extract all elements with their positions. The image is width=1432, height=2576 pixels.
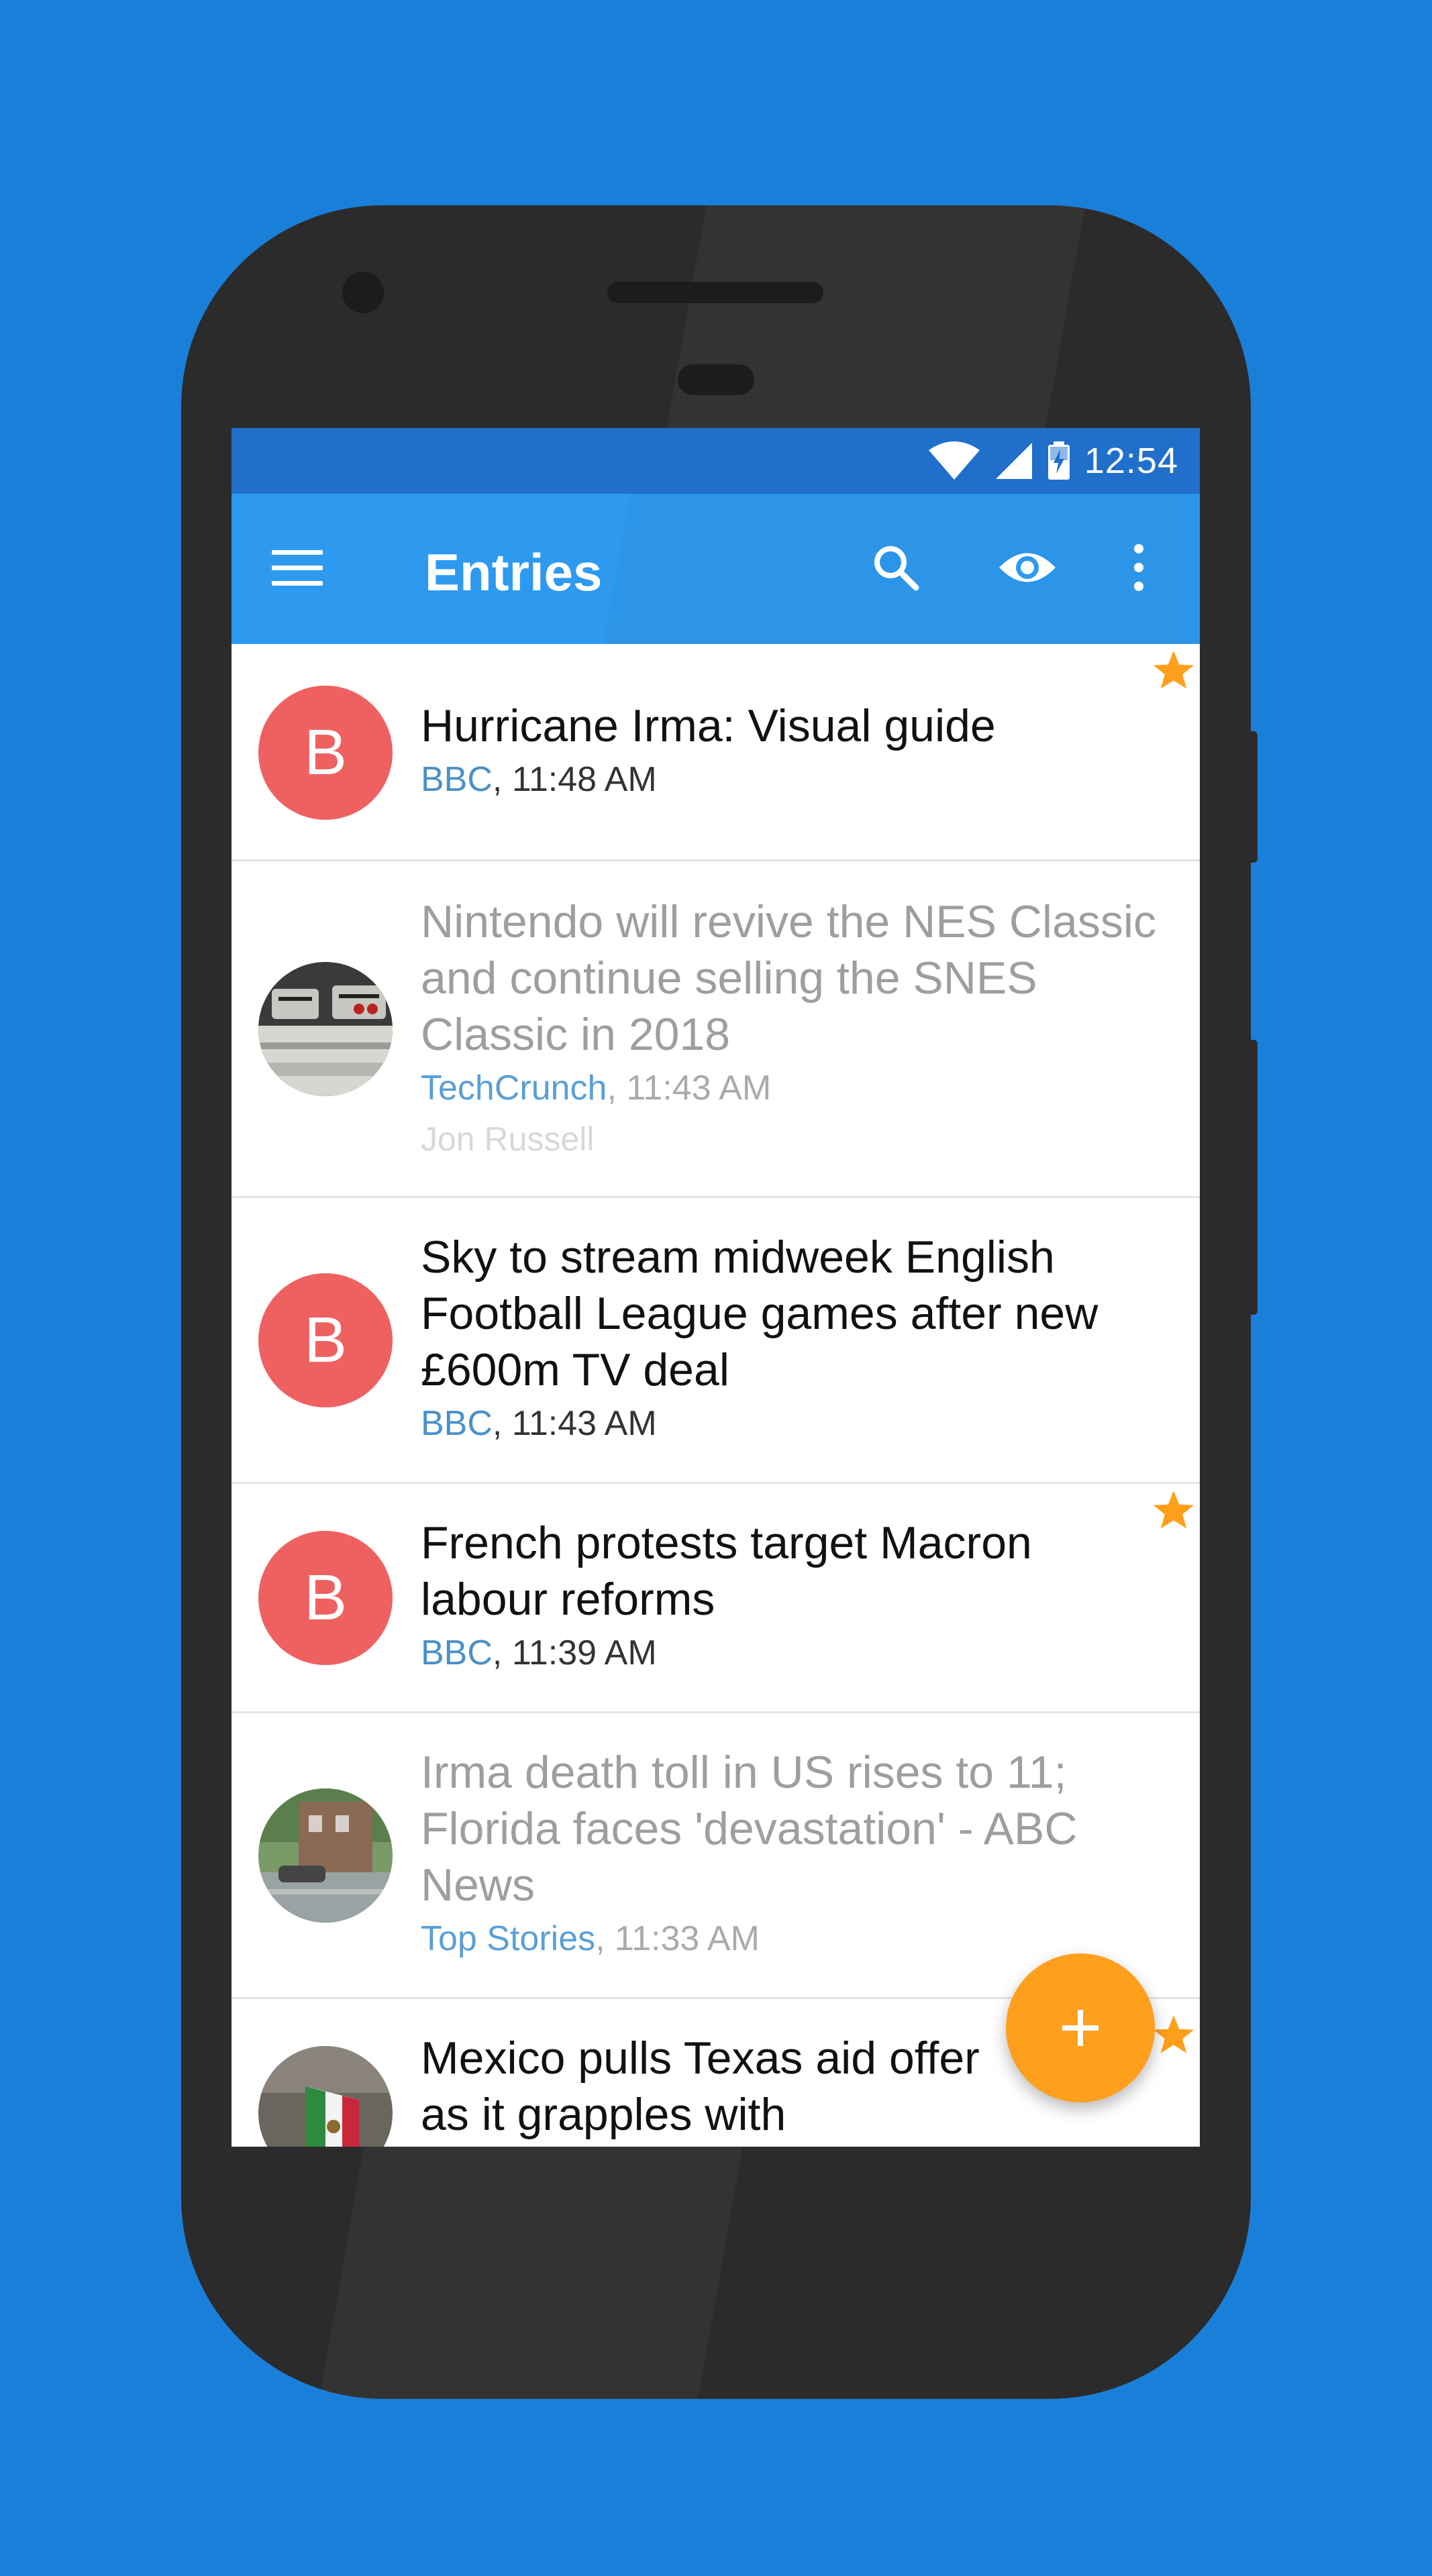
add-icon <box>1062 2010 1098 2046</box>
entries-list: B Hurricane Irma: Visual guide BBC, 11:4… <box>232 645 1200 2147</box>
entry-title: Sky to stream midweek English Football L… <box>421 1232 1098 1395</box>
star-icon[interactable] <box>1152 1488 1196 1532</box>
more-options-button[interactable] <box>1105 534 1172 601</box>
entry-title: Mexico pulls Texas aid offer as it grapp… <box>421 2033 980 2147</box>
entry-meta: BBC, 11:43 AM <box>421 1398 1160 1449</box>
entry-time: , 11:43 AM <box>607 1069 772 1108</box>
status-time: 12:54 <box>1084 441 1178 481</box>
entry-time: , 11:39 AM <box>492 1633 657 1672</box>
entry-meta: Top Stories, 11:33 AM <box>421 1913 1160 1964</box>
entry-author: Jon Russell <box>421 1120 595 1158</box>
entry-source[interactable]: TechCrunch <box>421 1069 607 1108</box>
entry-source[interactable]: BBC <box>421 760 493 799</box>
app-bar: Entries <box>232 494 1200 644</box>
search-icon <box>874 546 919 591</box>
avatar <box>258 962 393 1096</box>
battery-charging-icon <box>1047 441 1070 480</box>
entry-title: Nintendo will revive the NES Classic and… <box>421 896 1156 1060</box>
menu-icon[interactable] <box>272 541 325 594</box>
list-item[interactable]: B French protests target Macron labour r… <box>232 1484 1200 1713</box>
avatar: B <box>258 686 393 820</box>
entry-title: French protests target Macron labour ref… <box>421 1517 1032 1625</box>
list-item[interactable]: B Sky to stream midweek English Football… <box>232 1198 1200 1484</box>
entry-source[interactable]: Top Stories <box>421 1919 595 1958</box>
mexico-flag-thumbnail <box>258 2046 393 2147</box>
entry-source[interactable]: BBC <box>421 1633 493 1672</box>
status-bar: 12:54 <box>232 428 1200 494</box>
entry-time: , 11:33 AM <box>595 1919 760 1958</box>
cellular-signal-icon <box>995 443 1032 479</box>
entry-source[interactable]: BBC <box>421 1404 493 1443</box>
nes-console-thumbnail <box>258 962 393 1096</box>
entry-meta: BBC, 11:39 AM <box>421 1627 1160 1678</box>
entry-meta: TechCrunch, 11:43 AM <box>421 1063 1160 1114</box>
entry-title: Irma death toll in US rises to 11; Flori… <box>421 1747 1078 1911</box>
avatar: B <box>258 1273 393 1407</box>
list-item[interactable]: Nintendo will revive the NES Classic and… <box>232 861 1200 1198</box>
front-camera <box>342 272 384 313</box>
search-button[interactable] <box>862 534 929 601</box>
list-item[interactable]: Irma death toll in US rises to 11; Flori… <box>232 1713 1200 1999</box>
avatar <box>258 2046 393 2147</box>
more-vert-icon <box>1134 544 1143 591</box>
page-title: Entries <box>425 543 603 602</box>
star-icon[interactable] <box>1152 648 1196 692</box>
entry-time: , 11:48 AM <box>492 760 657 799</box>
add-feed-button[interactable] <box>1006 1953 1155 2102</box>
proximity-sensor <box>678 364 754 395</box>
entry-title: Hurricane Irma: Visual guide <box>421 700 996 751</box>
entry-time: , 11:43 AM <box>492 1404 657 1443</box>
entry-meta: BBC, 11:48 AM <box>421 754 1160 805</box>
eye-icon <box>999 553 1056 582</box>
star-icon[interactable] <box>1152 2012 1196 2057</box>
avatar <box>258 1788 393 1923</box>
wifi-icon <box>928 441 980 480</box>
flood-thumbnail <box>258 1788 393 1923</box>
toggle-read-button[interactable] <box>994 534 1061 601</box>
avatar: B <box>258 1531 393 1665</box>
app-screen: 12:54 Entries B Hurricane Irma: Visual g… <box>232 428 1200 2147</box>
list-item[interactable]: B Hurricane Irma: Visual guide BBC, 11:4… <box>232 645 1200 861</box>
earpiece-speaker <box>607 282 823 303</box>
